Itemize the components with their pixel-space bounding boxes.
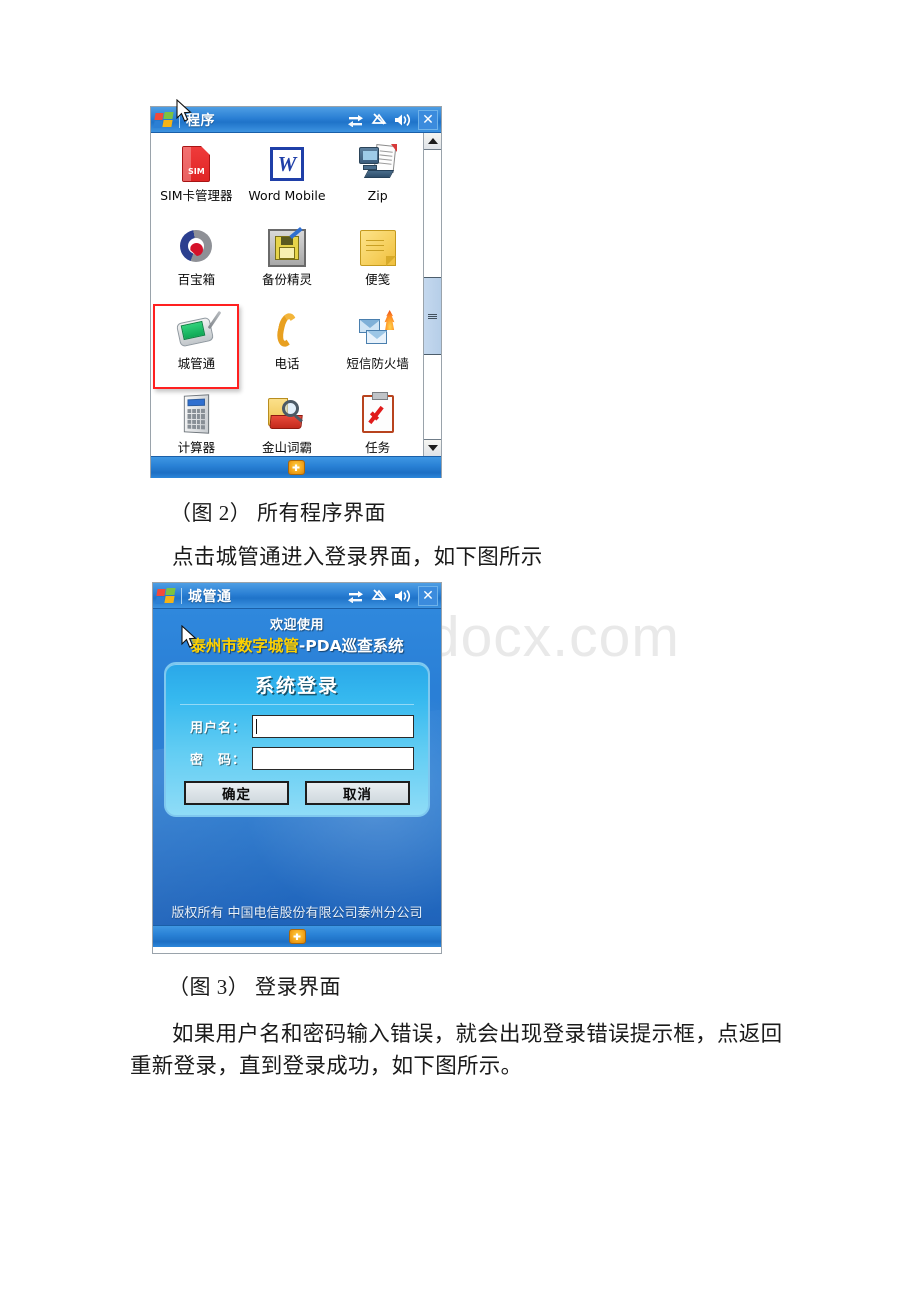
sip-input-panel-icon[interactable] xyxy=(287,460,305,475)
calculator-icon xyxy=(175,394,217,437)
programs-scrollbar[interactable] xyxy=(423,133,441,456)
scroll-track[interactable] xyxy=(424,150,441,439)
word-mobile-icon: W xyxy=(266,143,308,185)
login-titlebar-icons: ✕ xyxy=(347,585,439,606)
paragraph-login-error-line1: 如果用户名和密码输入错误，就会出现登录错误提示框，点返回 xyxy=(172,1022,783,1046)
password-input[interactable] xyxy=(252,747,414,770)
sms-firewall-icon xyxy=(357,310,399,353)
connectivity-icon[interactable] xyxy=(347,113,364,127)
welcome-text: 欢迎使用 xyxy=(269,618,324,633)
windows-start-icon[interactable] xyxy=(155,587,178,605)
app-item-notes[interactable]: 便笺 xyxy=(337,223,419,307)
programs-taskbar xyxy=(151,456,441,478)
toolbox-icon xyxy=(175,227,217,269)
login-panel: 系统登录 用户名： 密 码： 确定 取消 xyxy=(164,662,430,817)
login-window: 城管通 ✕ 欢迎使用 泰州市数字城管-PDA巡查系统 系统登录 用户名： 密 码… xyxy=(152,582,442,954)
app-label: 计算器 xyxy=(177,440,216,455)
programs-window: 程序 ✕ SIM卡管理器 xyxy=(150,106,442,478)
login-panel-heading: 系统登录 xyxy=(254,675,339,697)
titlebar-separator xyxy=(181,587,182,604)
speaker-icon[interactable] xyxy=(394,113,411,127)
dictionary-icon xyxy=(266,395,308,437)
password-label: 密 码： xyxy=(189,753,246,768)
programs-grid: SIM卡管理器 W Word Mobile Zip 百宝箱 备份精灵 xyxy=(151,133,423,456)
scroll-down-button[interactable] xyxy=(424,439,441,456)
app-item-backup-wizard[interactable]: 备份精灵 xyxy=(246,223,328,307)
volume-mute-icon[interactable] xyxy=(371,588,387,603)
volume-mute-icon[interactable] xyxy=(371,112,387,127)
chevron-down-icon xyxy=(427,445,438,451)
programs-titlebar: 程序 ✕ xyxy=(151,107,441,133)
notes-icon xyxy=(357,227,399,269)
app-label: SIM卡管理器 xyxy=(160,188,233,203)
sip-input-panel-icon[interactable] xyxy=(288,929,306,944)
figure-2-caption: （图 2） 所有程序界面 xyxy=(170,501,386,525)
phone-icon xyxy=(266,311,308,353)
app-label: Word Mobile xyxy=(248,188,326,203)
zip-icon xyxy=(357,143,399,185)
copyright-text: 版权所有 中国电信股份有限公司泰州分公司 xyxy=(171,906,423,921)
programs-titlebar-icons: ✕ xyxy=(347,109,439,130)
app-label: Zip xyxy=(367,188,388,203)
system-title-highlight: 泰州市数字城管 xyxy=(190,637,299,655)
text-caret xyxy=(256,719,257,734)
app-label: 短信防火墙 xyxy=(346,356,409,371)
close-icon[interactable]: ✕ xyxy=(418,585,438,606)
tasks-icon xyxy=(357,392,399,437)
sim-card-icon xyxy=(175,143,217,185)
chevron-up-icon xyxy=(427,138,438,144)
chengguantong-icon xyxy=(175,310,222,353)
app-item-sim[interactable]: SIM卡管理器 xyxy=(155,139,237,223)
login-content: 欢迎使用 泰州市数字城管-PDA巡查系统 系统登录 用户名： 密 码： 确定 取… xyxy=(153,609,441,925)
scroll-grip-icon xyxy=(428,313,437,320)
app-label: 便笺 xyxy=(365,272,391,287)
password-row: 密 码： xyxy=(166,747,428,779)
login-taskbar xyxy=(153,925,441,947)
app-label: 城管通 xyxy=(177,356,216,371)
programs-body: SIM卡管理器 W Word Mobile Zip 百宝箱 备份精灵 xyxy=(151,133,441,456)
figure-3-caption: （图 3） 登录界面 xyxy=(168,975,341,999)
app-item-phone[interactable]: 电话 xyxy=(246,307,328,391)
username-input[interactable] xyxy=(252,715,414,738)
cancel-button[interactable]: 取消 xyxy=(305,781,410,805)
app-label: 金山词霸 xyxy=(261,440,312,455)
ok-button[interactable]: 确定 xyxy=(184,781,289,805)
speaker-icon[interactable] xyxy=(394,589,411,603)
app-label: 任务 xyxy=(365,440,391,455)
app-label: 电话 xyxy=(274,356,300,371)
close-icon[interactable]: ✕ xyxy=(418,109,438,130)
app-item-chengguantong[interactable]: 城管通 xyxy=(153,304,240,391)
login-window-title: 城管通 xyxy=(188,588,232,605)
app-label: 备份精灵 xyxy=(261,272,312,287)
titlebar-separator xyxy=(179,111,180,128)
backup-wizard-icon xyxy=(266,226,308,269)
system-title-rest: -PDA巡查系统 xyxy=(298,637,404,655)
username-label: 用户名： xyxy=(189,721,246,736)
scroll-thumb[interactable] xyxy=(424,277,441,356)
app-item-toolbox[interactable]: 百宝箱 xyxy=(155,223,237,307)
programs-window-title: 程序 xyxy=(186,112,215,129)
system-title: 泰州市数字城管-PDA巡查系统 xyxy=(153,634,441,656)
windows-start-icon[interactable] xyxy=(153,111,176,129)
app-label: 百宝箱 xyxy=(177,272,216,287)
scroll-up-button[interactable] xyxy=(424,133,441,150)
login-titlebar: 城管通 ✕ xyxy=(153,583,441,609)
app-item-sms-firewall[interactable]: 短信防火墙 xyxy=(337,307,419,391)
paragraph-click-to-login: 点击城管通进入登录界面，如下图所示 xyxy=(172,545,543,569)
app-item-word-mobile[interactable]: W Word Mobile xyxy=(246,139,328,223)
username-row: 用户名： xyxy=(166,715,428,747)
panel-divider xyxy=(180,704,414,705)
login-buttons: 确定 取消 xyxy=(166,779,428,805)
paragraph-login-error-line2: 重新登录，直到登录成功，如下图所示。 xyxy=(130,1054,523,1078)
connectivity-icon[interactable] xyxy=(347,589,364,603)
app-item-zip[interactable]: Zip xyxy=(337,139,419,223)
